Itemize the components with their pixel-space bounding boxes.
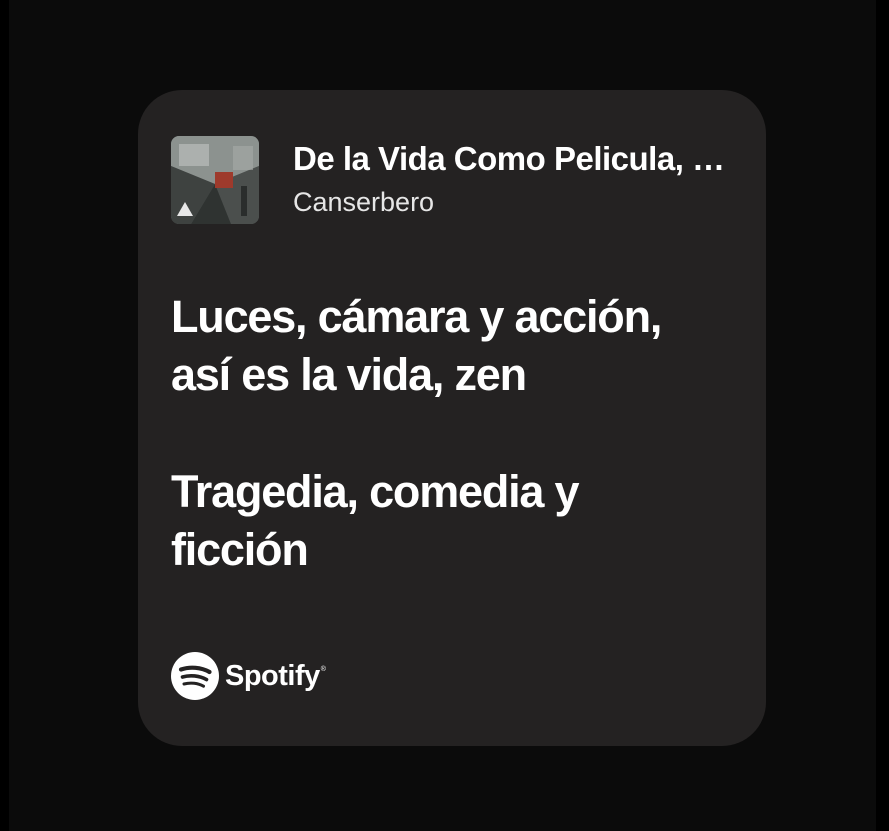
track-header: De la Vida Como Pelicula, … Canserbero (171, 136, 733, 224)
album-cover (171, 136, 259, 224)
page-background: De la Vida Como Pelicula, … Canserbero L… (9, 0, 876, 831)
album-cover-art (171, 136, 259, 224)
track-title: De la Vida Como Pelicula, … (293, 140, 725, 177)
lyrics: Luces, cámara y acción, así es la vida, … (171, 288, 731, 579)
lyric-block: Luces, cámara y acción, así es la vida, … (171, 288, 731, 404)
lyric-line: Luces, cámara y acción, (171, 291, 662, 342)
spotify-wordmark: Spotify (225, 659, 320, 692)
registered-mark: ® (320, 666, 326, 673)
track-meta: De la Vida Como Pelicula, … Canserbero (293, 138, 733, 222)
lyrics-share-card: De la Vida Como Pelicula, … Canserbero L… (138, 90, 766, 746)
lyric-block: Tragedia, comedia y ficción (171, 463, 731, 579)
spotify-brand: Spotify ® (171, 652, 326, 700)
track-artist: Canserbero (293, 187, 435, 217)
lyric-line: Tragedia, comedia y (171, 466, 580, 517)
lyric-line: ficción (171, 524, 309, 575)
spotify-icon (171, 652, 219, 700)
lyric-line: así es la vida, zen (171, 349, 527, 400)
